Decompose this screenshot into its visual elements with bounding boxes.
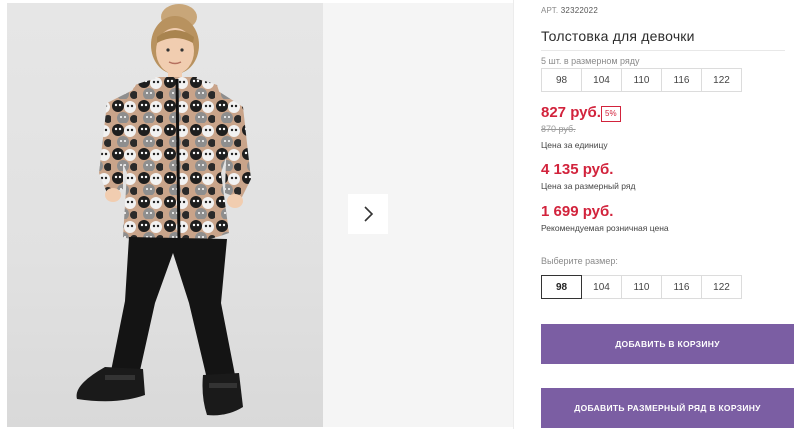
divider [541,50,785,51]
size-option-104[interactable]: 104 [581,275,622,299]
pack-size-label: 5 шт. в размерном ряду [541,56,640,66]
unit-price: 827 руб. [541,104,601,121]
unit-price-caption: Цена за единицу [541,140,608,150]
chevron-right-icon [364,206,374,222]
recommended-retail-price: 1 699 руб. [541,203,614,220]
pack-size-122: 122 [701,68,742,92]
article-value: 32322022 [560,6,598,15]
product-gallery [0,0,513,429]
product-info-panel: АРТ. 32322022 Толстовка для девочки 5 шт… [513,0,800,429]
product-title: Толстовка для девочки [541,28,695,44]
size-row-price: 4 135 руб. [541,161,614,178]
size-option-110[interactable]: 110 [621,275,662,299]
article-number: АРТ. 32322022 [541,6,598,15]
size-option-116[interactable]: 116 [661,275,702,299]
add-to-cart-button[interactable]: ДОБАВИТЬ В КОРЗИНУ [541,324,794,364]
product-photo[interactable] [7,3,323,427]
size-option-98[interactable]: 98 [541,275,582,299]
article-label: АРТ. [541,6,559,15]
pack-size-list: 98 104 110 116 122 [541,68,742,92]
size-option-122[interactable]: 122 [701,275,742,299]
add-size-row-to-cart-button[interactable]: ДОБАВИТЬ РАЗМЕРНЫЙ РЯД В КОРЗИНУ [541,388,794,428]
recommended-retail-price-caption: Рекомендуемая розничная цена [541,223,669,233]
size-row-price-caption: Цена за размерный ряд [541,181,636,191]
discount-badge: 5% [601,106,621,122]
child-model-illustration [76,4,251,416]
pack-size-116: 116 [661,68,702,92]
next-image-button[interactable] [348,194,388,234]
size-selector: 98 104 110 116 122 [541,275,742,299]
choose-size-label: Выберите размер: [541,256,618,266]
pack-size-110: 110 [621,68,662,92]
old-price: 870 руб. [541,124,576,134]
pack-size-104: 104 [581,68,622,92]
pack-size-98: 98 [541,68,582,92]
